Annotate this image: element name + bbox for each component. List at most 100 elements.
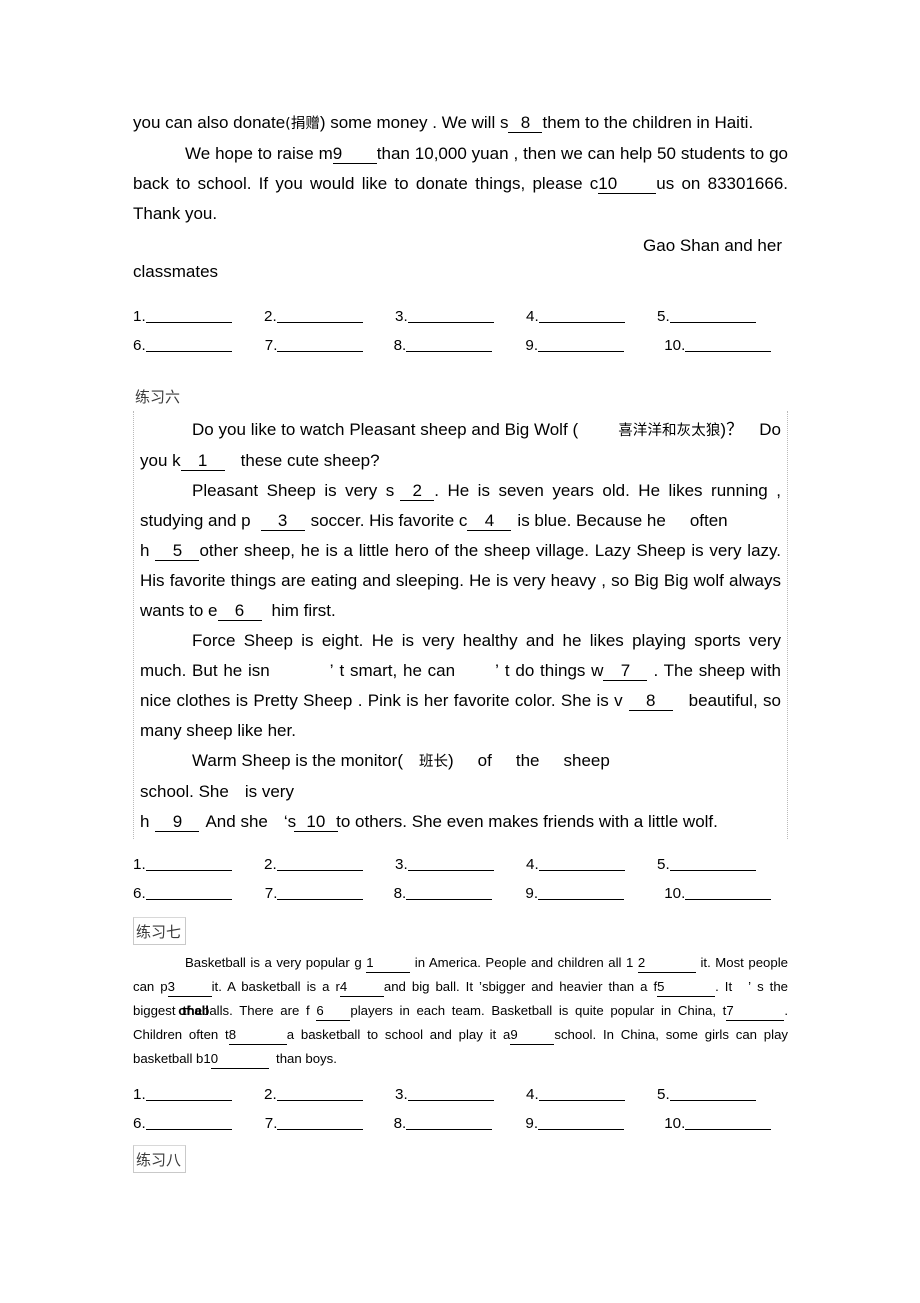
answer-cell[interactable]: 9. bbox=[517, 880, 649, 907]
answer-cell[interactable]: 8. bbox=[389, 880, 518, 907]
ex6-blank-3[interactable]: 3 bbox=[260, 512, 305, 531]
answer-rule[interactable] bbox=[145, 857, 232, 871]
answer-row: 1. 2. 3. 4. 5. bbox=[133, 851, 788, 878]
ex7-paragraph: Basketball is a very popular g 1 in Amer… bbox=[133, 951, 788, 1071]
answer-rule[interactable] bbox=[277, 1116, 364, 1130]
answer-cell[interactable]: 7. bbox=[257, 880, 389, 907]
letter-block: you can also donate(捐赠) some money . We … bbox=[133, 108, 788, 287]
answer-rule[interactable] bbox=[406, 1116, 493, 1130]
ex7-blank-1[interactable]: 1 bbox=[366, 954, 411, 973]
ex6-blank-9[interactable]: 9 bbox=[155, 813, 200, 832]
answer-cell[interactable]: 2. bbox=[264, 851, 395, 878]
answer-rule[interactable] bbox=[406, 886, 493, 900]
ex6-blank-5[interactable]: 5 bbox=[155, 542, 200, 561]
answer-row: 1. 2. 3. 4. 5. bbox=[133, 303, 788, 330]
ex6-blank-1[interactable]: 1 bbox=[180, 452, 225, 471]
ex6-blank-7[interactable]: 7 bbox=[603, 662, 648, 681]
answer-rule[interactable] bbox=[407, 309, 494, 323]
answer-cell[interactable]: 10. bbox=[649, 880, 788, 907]
answer-cell[interactable]: 2. bbox=[264, 303, 395, 330]
letter-blank-10[interactable]: 10 bbox=[598, 175, 657, 194]
answer-cell[interactable]: 7. bbox=[257, 1110, 389, 1137]
answer-row: 6. 7. 8. 9. 10. bbox=[133, 332, 788, 359]
ex7-blank-10[interactable]: 0 bbox=[210, 1050, 269, 1069]
answer-rule[interactable] bbox=[669, 1087, 756, 1101]
ex7-blank-6[interactable]: 6 bbox=[316, 1002, 351, 1021]
answer-cell[interactable]: 6. bbox=[133, 880, 257, 907]
answer-cell[interactable]: 5. bbox=[657, 303, 788, 330]
answer-cell[interactable]: 5. bbox=[657, 1081, 788, 1108]
answer-rule[interactable] bbox=[538, 338, 625, 352]
answer-cell[interactable]: 3. bbox=[395, 851, 526, 878]
ex7-blank-5[interactable]: 5 bbox=[657, 978, 716, 997]
letter-line-1: you can also donate(捐赠) some money . We … bbox=[133, 108, 788, 139]
ex7-blank-3[interactable]: 3 bbox=[167, 978, 212, 997]
answer-cell[interactable]: 8. bbox=[389, 1110, 518, 1137]
letter-blank-8[interactable]: 8 bbox=[508, 114, 543, 133]
ex7-blank-9[interactable]: 9 bbox=[510, 1026, 555, 1045]
answer-cell[interactable]: 6. bbox=[133, 332, 257, 359]
answer-cell[interactable]: 8. bbox=[389, 332, 518, 359]
answer-cell[interactable]: 3. bbox=[395, 303, 526, 330]
answer-rule[interactable] bbox=[276, 857, 363, 871]
answer-rule[interactable] bbox=[277, 338, 364, 352]
answer-rule[interactable] bbox=[276, 309, 363, 323]
answer-row: 6. 7. 8. 9. 10. bbox=[133, 1110, 788, 1137]
answer-rule[interactable] bbox=[685, 338, 772, 352]
answer-cell[interactable]: 4. bbox=[526, 851, 657, 878]
answer-cell[interactable]: 3. bbox=[395, 1081, 526, 1108]
answer-rule[interactable] bbox=[685, 886, 772, 900]
answer-cell[interactable]: 1. bbox=[133, 851, 264, 878]
answer-rule[interactable] bbox=[145, 338, 232, 352]
answer-rule[interactable] bbox=[685, 1116, 772, 1130]
answer-number: 6. bbox=[133, 885, 146, 902]
ex7-blank-4[interactable]: 4 bbox=[339, 978, 384, 997]
ex7-blank-2[interactable]: 2 bbox=[637, 954, 696, 973]
answer-cell[interactable]: 1. bbox=[133, 1081, 264, 1108]
ex7-text-n: a basketball to school and play it a bbox=[286, 1027, 511, 1042]
answer-cell[interactable]: 9. bbox=[517, 1110, 649, 1137]
answer-cell[interactable]: 5. bbox=[657, 851, 788, 878]
answer-rule[interactable] bbox=[538, 857, 625, 871]
answer-rule[interactable] bbox=[145, 309, 232, 323]
answer-number: 1. bbox=[133, 308, 146, 325]
answer-rule[interactable] bbox=[145, 1116, 232, 1130]
answer-rule[interactable] bbox=[538, 1116, 625, 1130]
answer-number: 1. bbox=[133, 856, 146, 873]
ex6-blank-2[interactable]: 2 bbox=[400, 482, 435, 501]
ex7-blank-7[interactable]: 7 bbox=[726, 1002, 785, 1021]
ex7-text-g: bigger and heavier than a f bbox=[488, 979, 658, 994]
answer-rule[interactable] bbox=[406, 338, 493, 352]
answer-rule[interactable] bbox=[277, 886, 364, 900]
answer-rule[interactable] bbox=[669, 309, 756, 323]
ex6-p3-text-b: t smart, he can bbox=[339, 661, 456, 680]
answer-rule[interactable] bbox=[407, 857, 494, 871]
answer-cell[interactable]: 2. bbox=[264, 1081, 395, 1108]
ex7-blank-8[interactable]: 8 bbox=[228, 1026, 287, 1045]
answer-number: 4. bbox=[526, 1086, 539, 1103]
ex7-text-a: Basketball is a very popular g bbox=[185, 955, 362, 970]
answer-rule[interactable] bbox=[538, 886, 625, 900]
answer-cell[interactable]: 6. bbox=[133, 1110, 257, 1137]
answer-row: 1. 2. 3. 4. 5. bbox=[133, 1081, 788, 1108]
answer-cell[interactable]: 7. bbox=[257, 332, 389, 359]
answer-rule[interactable] bbox=[145, 1087, 232, 1101]
answer-cell[interactable]: 10. bbox=[649, 1110, 788, 1137]
answer-cell[interactable]: 4. bbox=[526, 303, 657, 330]
answer-rule[interactable] bbox=[407, 1087, 494, 1101]
answer-cell[interactable]: 1. bbox=[133, 303, 264, 330]
ex6-blank-6[interactable]: 6 bbox=[217, 602, 262, 621]
ex6-p1-chinese: 喜洋洋和灰太狼 bbox=[618, 423, 721, 439]
answer-cell[interactable]: 10. bbox=[649, 332, 788, 359]
ex6-blank-4[interactable]: 4 bbox=[467, 512, 512, 531]
answer-cell[interactable]: 9. bbox=[517, 332, 649, 359]
answer-rule[interactable] bbox=[145, 886, 232, 900]
answer-rule[interactable] bbox=[669, 857, 756, 871]
answer-rule[interactable] bbox=[538, 309, 625, 323]
answer-rule[interactable] bbox=[276, 1087, 363, 1101]
ex6-blank-10[interactable]: 10 bbox=[293, 813, 338, 832]
ex6-blank-8[interactable]: 8 bbox=[628, 692, 673, 711]
answer-cell[interactable]: 4. bbox=[526, 1081, 657, 1108]
letter-blank-9[interactable]: 9 bbox=[332, 145, 377, 164]
answer-rule[interactable] bbox=[538, 1087, 625, 1101]
